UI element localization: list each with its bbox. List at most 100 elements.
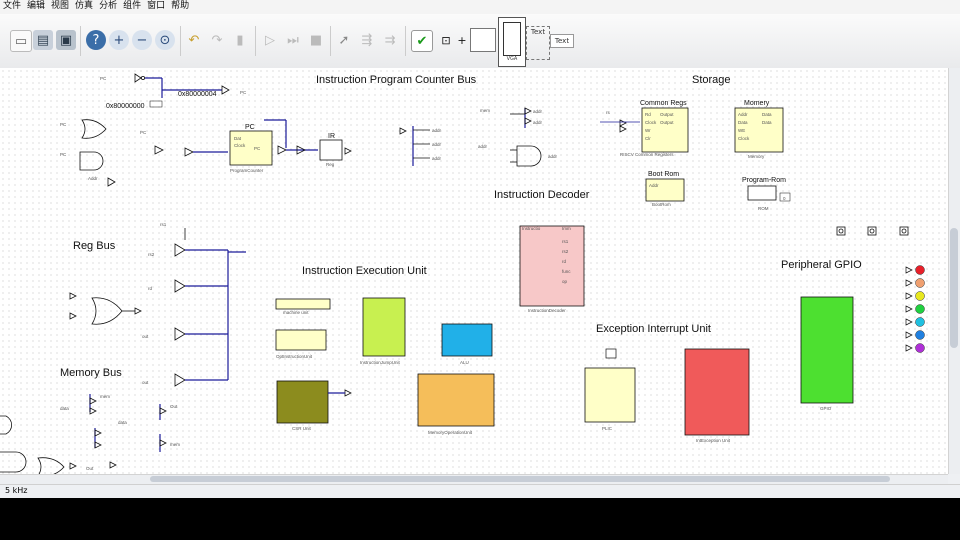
menu-simulate[interactable]: 仿真 bbox=[72, 0, 96, 13]
gpio-buffer bbox=[905, 292, 913, 300]
stop-icon[interactable]: ■ bbox=[306, 30, 326, 50]
io-connectors bbox=[836, 226, 909, 236]
opt-instruction-unit bbox=[275, 329, 327, 351]
gpio-buffer bbox=[905, 331, 913, 339]
zoom-fit-icon[interactable]: ⊙ bbox=[155, 30, 175, 50]
check-icon[interactable]: ✔ bbox=[411, 30, 433, 52]
redo-icon[interactable]: ↷ bbox=[207, 30, 227, 50]
text-button[interactable]: Text bbox=[550, 34, 574, 48]
svg-text:PC: PC bbox=[254, 146, 261, 151]
section-title-ipc-bus: Instruction Program Counter Bus bbox=[316, 74, 477, 86]
menu-component[interactable]: 组件 bbox=[120, 0, 144, 13]
svg-text:Clock: Clock bbox=[738, 136, 750, 141]
toolbar: ▭ ▤ ▣ ? + − ⊙ ↶ ↷ ▮ ▷ ⏭ ■ ➚ ⇶ ⇉ ✔ ⊡ + VG… bbox=[0, 14, 960, 69]
svg-text:mem: mem bbox=[480, 108, 490, 113]
save-icon[interactable]: ▣ bbox=[56, 30, 76, 50]
svg-text:addr: addr bbox=[533, 120, 543, 125]
vga-tool[interactable]: VGA bbox=[498, 17, 526, 67]
gpio-led-5[interactable] bbox=[915, 330, 925, 340]
add-icon[interactable]: + bbox=[452, 30, 472, 50]
gpio-buffer bbox=[905, 279, 913, 287]
int-exception-unit bbox=[684, 348, 750, 436]
circuit-canvas[interactable]: Instruction Program Counter Bus Storage … bbox=[0, 68, 948, 474]
svg-text:MemoryOperationUnit: MemoryOperationUnit bbox=[428, 430, 473, 435]
svg-text:ProgramCounter: ProgramCounter bbox=[230, 168, 264, 173]
component-tool-icon[interactable] bbox=[470, 28, 496, 52]
menu-view[interactable]: 视图 bbox=[48, 0, 72, 13]
svg-text:PLIC: PLIC bbox=[602, 426, 613, 431]
gpio-led-3[interactable] bbox=[915, 304, 925, 314]
svg-text:Data: Data bbox=[762, 112, 772, 117]
section-title-peripheral: Peripheral GPIO bbox=[781, 259, 862, 271]
menu-window[interactable]: 窗口 bbox=[144, 0, 168, 13]
help-icon[interactable]: ? bbox=[86, 30, 106, 50]
svg-text:Memory: Memory bbox=[748, 154, 765, 159]
alu-block bbox=[441, 323, 493, 357]
exec-machine-unit bbox=[275, 298, 331, 310]
svg-text:Output: Output bbox=[660, 112, 674, 117]
simulation-frequency: 5 kHz bbox=[5, 486, 28, 495]
svg-text:Addr: Addr bbox=[738, 112, 748, 117]
svg-text:rs2: rs2 bbox=[562, 249, 569, 254]
vertical-scroll-thumb[interactable] bbox=[950, 228, 958, 348]
section-title-storage: Storage bbox=[692, 74, 731, 86]
constant-2: 0x80000000 bbox=[106, 103, 145, 110]
menu-edit[interactable]: 编辑 bbox=[24, 0, 48, 13]
gpio-led-4[interactable] bbox=[915, 317, 925, 327]
program-rom-block bbox=[747, 185, 777, 201]
gpio-led-6[interactable] bbox=[915, 343, 925, 353]
zoom-out-icon[interactable]: − bbox=[132, 30, 152, 50]
svg-text:rs1: rs1 bbox=[160, 222, 167, 227]
circuit-diagram: Instruction Program Counter Bus Storage … bbox=[0, 73, 925, 474]
status-bar: 5 kHz bbox=[0, 484, 960, 498]
gpio-led-0[interactable] bbox=[915, 265, 925, 275]
svg-text:Addr: Addr bbox=[649, 183, 659, 188]
text-tool[interactable]: Text bbox=[526, 26, 550, 60]
wire-icon[interactable]: ⇶ bbox=[357, 30, 377, 50]
svg-text:Instructio: Instructio bbox=[522, 226, 541, 231]
svg-text:Output: Output bbox=[660, 120, 674, 125]
svg-text:rs2: rs2 bbox=[148, 252, 155, 257]
svg-text:addr: addr bbox=[478, 144, 488, 149]
svg-text:Clr: Clr bbox=[645, 136, 651, 141]
tick-icon[interactable]: ⇉ bbox=[380, 30, 400, 50]
svg-text:Clock: Clock bbox=[234, 143, 246, 148]
memory-operation-unit bbox=[417, 373, 495, 427]
csr-unit bbox=[276, 380, 329, 424]
horizontal-scroll-thumb[interactable] bbox=[150, 476, 890, 482]
new-icon[interactable]: ▭ bbox=[10, 30, 32, 52]
svg-text:Data: Data bbox=[738, 120, 748, 125]
svg-text:Imm: Imm bbox=[562, 226, 571, 231]
menu-help[interactable]: 帮助 bbox=[168, 0, 192, 13]
svg-text:rs1: rs1 bbox=[562, 239, 569, 244]
svg-text:CSR Unit: CSR Unit bbox=[292, 426, 312, 431]
undo-icon[interactable]: ↶ bbox=[184, 30, 204, 50]
logisim-window: 文件 编辑 视图 仿真 分析 组件 窗口 帮助 ▭ ▤ ▣ ? + − ⊙ ↶ ↷ ▮ ▷ ⏭… bbox=[0, 0, 960, 498]
svg-text:Out: Out bbox=[170, 404, 178, 409]
menu-analyze[interactable]: 分析 bbox=[96, 0, 120, 13]
delete-icon[interactable]: ▮ bbox=[230, 30, 250, 50]
svg-text:PC: PC bbox=[240, 90, 247, 95]
svg-text:ROM: ROM bbox=[758, 206, 769, 211]
select-icon[interactable]: ➚ bbox=[334, 30, 354, 50]
play-icon[interactable]: ▷ bbox=[260, 30, 280, 50]
svg-text:Dat: Dat bbox=[234, 136, 242, 141]
svg-text:rd: rd bbox=[562, 259, 566, 264]
svg-text:GPIO: GPIO bbox=[820, 406, 832, 411]
pc-label: PC bbox=[245, 124, 255, 131]
gpio-led-1[interactable] bbox=[915, 278, 925, 288]
svg-text:addr: addr bbox=[432, 128, 442, 133]
svg-text:PC: PC bbox=[60, 152, 67, 157]
menu-file[interactable]: 文件 bbox=[0, 0, 24, 13]
memory-label: Momery bbox=[744, 100, 770, 107]
vga-label: VGA bbox=[506, 56, 518, 62]
zoom-in-icon[interactable]: + bbox=[109, 30, 129, 50]
gpio-buffer bbox=[905, 344, 913, 352]
svg-text:Out: Out bbox=[86, 466, 94, 471]
section-title-memory-bus: Memory Bus bbox=[60, 367, 122, 379]
step-icon[interactable]: ⏭ bbox=[283, 30, 303, 50]
open-icon[interactable]: ▤ bbox=[33, 30, 53, 50]
svg-text:InstructionDecoder: InstructionDecoder bbox=[528, 308, 566, 313]
plic-block bbox=[584, 367, 636, 423]
gpio-led-2[interactable] bbox=[915, 291, 925, 301]
